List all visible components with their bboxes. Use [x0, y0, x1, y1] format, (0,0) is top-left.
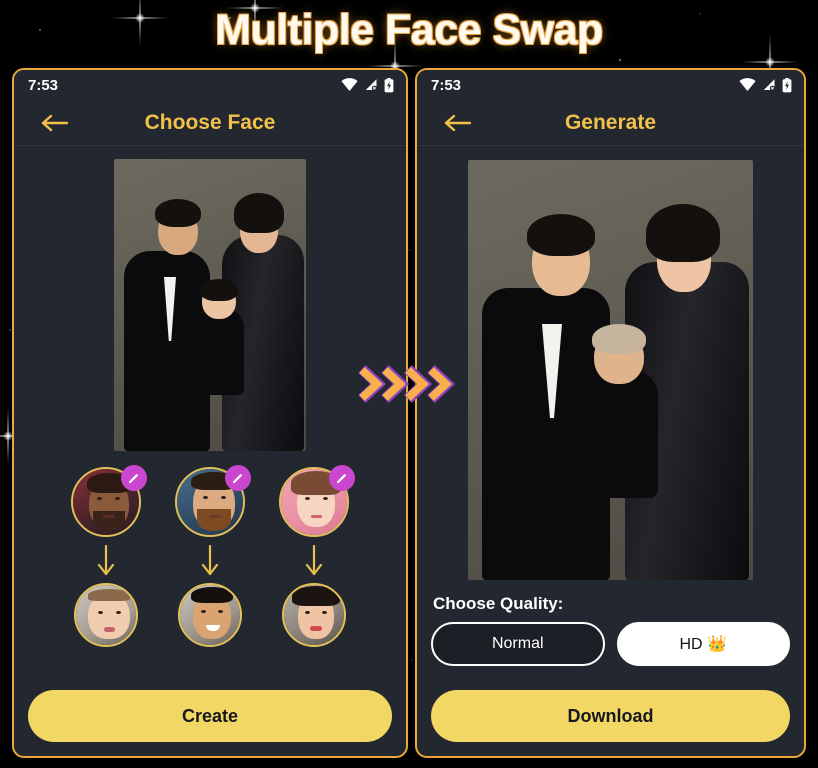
screen-body-right: Choose Quality: Normal HD 👑 Download: [417, 146, 804, 756]
phone-mockup-generate: 7:53 Generate Choose Quality: Normal HD …: [415, 68, 806, 758]
face-slot[interactable]: [275, 583, 353, 647]
source-face-row: [28, 465, 392, 537]
pencil-icon[interactable]: [121, 465, 147, 491]
quality-label: Choose Quality:: [433, 594, 564, 613]
photo-illustration: [114, 159, 306, 451]
status-icons: [341, 77, 394, 93]
status-time: 7:53: [431, 76, 462, 94]
back-arrow-icon[interactable]: [443, 111, 473, 135]
create-button[interactable]: Create: [28, 690, 392, 742]
battery-charging-icon: [782, 77, 792, 92]
screen-body-left: Create: [14, 146, 406, 756]
poster-canvas: Multiple Face Swap 7:53 Choose Face Crea…: [0, 0, 818, 768]
quality-options: Normal HD 👑: [431, 622, 790, 666]
status-icons: [739, 77, 792, 93]
pencil-icon[interactable]: [329, 465, 355, 491]
face-slot[interactable]: [67, 465, 147, 537]
mapping-arrow-row: [28, 545, 392, 577]
page-title: Generate: [564, 110, 657, 134]
poster-title-container: Multiple Face Swap: [0, 6, 818, 55]
status-time: 7:53: [28, 76, 59, 94]
source-photo[interactable]: [114, 159, 306, 451]
status-bar-right: 7:53: [417, 70, 804, 100]
back-arrow-icon[interactable]: [40, 111, 70, 135]
face-target-1[interactable]: [74, 583, 138, 647]
quality-option-hd[interactable]: HD 👑: [616, 622, 790, 666]
result-photo[interactable]: [468, 160, 753, 580]
arrow-down-icon: [171, 545, 249, 577]
arrow-down-icon: [275, 545, 353, 577]
quality-option-normal[interactable]: Normal: [431, 622, 605, 666]
arrow-down-icon: [67, 545, 145, 577]
face-target-3[interactable]: [282, 583, 346, 647]
status-bar-left: 7:53: [14, 70, 406, 100]
face-slot[interactable]: [67, 583, 145, 647]
photo-illustration: [468, 160, 753, 580]
target-face-row: [28, 583, 392, 647]
app-bar-right: Generate: [417, 100, 804, 146]
app-bar-left: Choose Face: [14, 100, 406, 146]
face-slot[interactable]: [171, 465, 251, 537]
primary-action-container: Download: [431, 690, 790, 742]
poster-title: Multiple Face Swap: [215, 6, 603, 54]
face-swap-mapping: [28, 465, 392, 647]
primary-action-container: Create: [28, 690, 392, 742]
face-slot[interactable]: [275, 465, 355, 537]
face-target-2[interactable]: [178, 583, 242, 647]
double-chevron-right-icon: [427, 364, 456, 404]
face-slot[interactable]: [171, 583, 249, 647]
transition-chevrons: [356, 362, 462, 406]
phone-mockup-choose-face: 7:53 Choose Face Create: [12, 68, 408, 758]
download-button[interactable]: Download: [431, 690, 790, 742]
cellular-signal-off-icon: [365, 79, 377, 91]
battery-charging-icon: [384, 77, 394, 92]
wifi-icon: [341, 78, 358, 91]
cellular-signal-off-icon: [763, 79, 775, 91]
wifi-icon: [739, 78, 756, 91]
page-title: Choose Face: [144, 110, 276, 134]
pencil-icon[interactable]: [225, 465, 251, 491]
